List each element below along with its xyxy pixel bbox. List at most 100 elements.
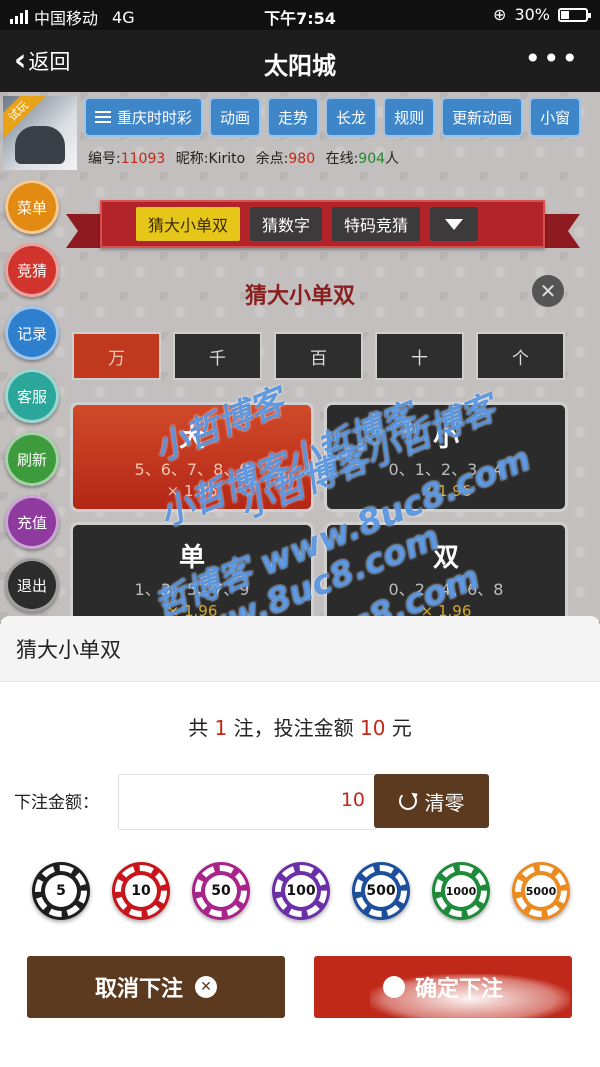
chip-5[interactable]: 5 [32,862,90,920]
side-records-button[interactable]: 记录 [5,306,59,360]
digit-wan[interactable]: 万 [72,332,161,380]
side-exit-button[interactable]: 退出 [5,558,59,612]
tab-special-code[interactable]: 特码竞猜 [332,207,421,241]
tab-update-animation[interactable]: 更新动画 [441,97,524,137]
tab-label: 走势 [278,108,309,127]
page-title: 太阳城 [264,52,336,80]
tab-big-small-odd-even[interactable]: 猜大小单双 [136,207,241,241]
chip-value: 5000 [525,875,557,907]
summary-prefix: 共 [188,716,215,740]
back-label: 返回 [28,50,71,74]
digit-position-tabs: 万 千 百 十 个 [72,332,565,380]
digit-ge[interactable]: 个 [476,332,565,380]
top-tabs: 重庆时时彩 动画 走势 长龙 规则 更新动画 小窗 [84,97,582,137]
amount-input[interactable]: 10 [118,774,376,830]
confirm-bet-button[interactable]: 确定下注 [314,956,572,1018]
side-refresh-button[interactable]: 刷新 [5,432,59,486]
chip-100[interactable]: 100 [272,862,330,920]
game-mode-tabs: 猜大小单双 猜数字 特码竞猜 [136,207,479,241]
chip-value: 1000 [445,875,477,907]
tab-guess-number[interactable]: 猜数字 [250,207,323,241]
ribbon-tail-right [540,214,580,248]
cancel-label: 取消下注 [94,977,183,1002]
digit-bai[interactable]: 百 [274,332,363,380]
list-icon [95,111,111,123]
avatar-photo [15,126,65,164]
chevron-left-icon: ‹ [14,43,27,78]
chip-10[interactable]: 10 [112,862,170,920]
back-button[interactable]: ‹ 返回 [14,46,70,76]
chip-selector: 5 10 50 100 500 1000 5000 [32,862,570,920]
nick-label: 昵称: [175,151,209,167]
cancel-bet-button[interactable]: 取消下注 ✕ [27,956,285,1018]
bet-label: 小 [432,423,459,453]
bet-small[interactable]: 小 0、1、2、3、4 × 1.96 [324,402,568,512]
chip-1000[interactable]: 1000 [432,862,490,920]
triangle-down-icon [445,218,464,230]
battery-percent: 30% [514,5,550,24]
side-menu-button[interactable]: 菜单 [5,180,59,234]
tab-label: 规则 [394,108,425,127]
chip-value: 5 [45,875,77,907]
nickname: Kirito [208,151,246,167]
battery-icon [558,7,591,22]
chip-value: 50 [205,875,237,907]
bet-numbers: 0、2、4、6、8 [388,580,504,599]
chip-500[interactable]: 500 [352,862,410,920]
check-circle-icon [382,976,405,998]
side-recharge-button[interactable]: 充值 [5,495,59,549]
bet-odds: × 1.96 [166,482,218,500]
chip-5000[interactable]: 5000 [512,862,570,920]
bet-odd[interactable]: 单 1、3、5、7、9 × 1.96 [70,522,314,622]
summary-suffix: 元 [385,716,412,740]
id-label: 编号: [88,151,121,167]
chip-50[interactable]: 50 [192,862,250,920]
online-label: 在线: [325,151,359,167]
avatar[interactable]: 试玩 [3,96,77,170]
refresh-icon [398,792,417,810]
nav-bar: ‹ 返回 太阳城 ••• [0,30,600,92]
bet-sheet: 猜大小单双 共 1 注，投注金额 10 元 下注金额： 10 清零 5 10 5… [0,616,600,1067]
status-bar: 中国移动 4G 下午7:54 ⊕ 30% [0,0,600,30]
close-icon[interactable]: ✕ [532,275,564,307]
tab-small-window[interactable]: 小窗 [529,97,582,137]
amount-label: 下注金额： [14,793,99,813]
side-menu: 菜单 竞猜 记录 客服 刷新 充值 退出 [5,180,59,612]
bet-odds: × 1.96 [420,482,472,500]
bet-options: 大 5、6、7、8、9 × 1.96 小 0、1、2、3、4 × 1.96 单 … [70,402,568,622]
more-menu-button[interactable]: ••• [524,42,580,75]
tab-animation[interactable]: 动画 [209,97,262,137]
bet-big[interactable]: 大 5、6、7、8、9 × 1.96 [70,402,314,512]
bet-label: 单 [178,543,205,573]
bet-numbers: 0、1、2、3、4 [388,460,504,479]
tab-label: 动画 [220,108,251,127]
close-circle-icon: ✕ [195,976,217,998]
digit-shi[interactable]: 十 [375,332,464,380]
digit-qian[interactable]: 千 [173,332,262,380]
balance-label: 余点: [255,151,289,167]
tab-long-dragon[interactable]: 长龙 [325,97,378,137]
bet-even[interactable]: 双 0、2、4、6、8 × 1.96 [324,522,568,622]
bet-label: 双 [432,543,459,573]
tab-label: 重庆时时彩 [117,108,193,127]
user-info: 编号:11093 昵称:Kirito 余点:980 在线:904人 [88,148,399,168]
tab-lottery[interactable]: 重庆时时彩 [84,97,204,137]
amount-row: 下注金额： 10 清零 [14,774,590,830]
sheet-title: 猜大小单双 [0,616,600,682]
tab-rules[interactable]: 规则 [383,97,436,137]
tab-label: 更新动画 [452,108,513,127]
online-count: 904 [358,151,386,167]
bet-total-amount: 10 [360,716,386,740]
bet-count: 1 [214,716,228,740]
tab-trend[interactable]: 走势 [267,97,320,137]
chip-value: 10 [125,875,157,907]
tab-label: 小窗 [540,108,571,127]
clear-button[interactable]: 清零 [374,774,489,828]
game-title: 猜大小单双 [244,284,355,309]
side-support-button[interactable]: 客服 [5,369,59,423]
game-area: 试玩 重庆时时彩 动画 走势 长龙 规则 更新动画 小窗 编号:11093 昵称… [0,92,600,622]
bet-label: 大 [178,423,205,453]
bet-numbers: 5、6、7、8、9 [134,460,250,479]
bet-summary: 共 1 注，投注金额 10 元 [0,712,600,741]
more-modes-dropdown[interactable] [430,207,479,241]
